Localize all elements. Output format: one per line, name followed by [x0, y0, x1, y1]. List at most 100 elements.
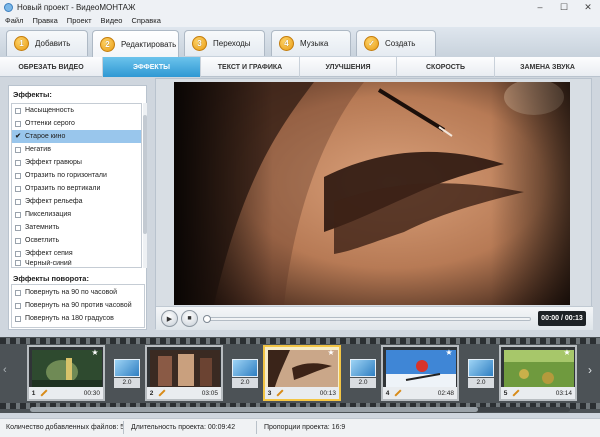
- timeline-clip-3[interactable]: ★ 3 00:13: [263, 345, 341, 401]
- clip-duration: 00:13: [319, 389, 336, 397]
- timeline-clip-1[interactable]: ★ 1 00:30: [27, 345, 105, 401]
- rotation-item[interactable]: Повернуть на 90 по часовой: [12, 286, 144, 299]
- effects-list[interactable]: Насыщенность Оттенки серого ✔ Старое кино…: [11, 103, 142, 268]
- rotation-item[interactable]: Повернуть на 180 градусов: [12, 312, 144, 325]
- effect-item[interactable]: Черный-синий: [12, 260, 141, 267]
- transition-icon: [468, 359, 494, 377]
- clip-duration: 03:14: [555, 389, 572, 397]
- video-image: [174, 82, 570, 305]
- menu-project[interactable]: Проект: [67, 16, 92, 25]
- tab-edit[interactable]: 2 Редактировать: [92, 30, 179, 57]
- checkbox[interactable]: [15, 198, 21, 205]
- step-3-icon: 3: [192, 36, 207, 51]
- transition-3[interactable]: 2.0: [350, 359, 376, 388]
- transition-1[interactable]: 2.0: [114, 359, 140, 388]
- subtab-replace-sound[interactable]: ЗАМЕНА ЗВУКА: [495, 57, 600, 77]
- timeline-clip-2[interactable]: 2 03:05: [145, 345, 223, 401]
- seek-knob[interactable]: [203, 315, 211, 323]
- subtab-trim[interactable]: ОБРЕЗАТЬ ВИДЕО: [0, 57, 103, 77]
- checkbox[interactable]: [15, 107, 21, 114]
- effect-item[interactable]: Отразить по вертикали: [12, 182, 141, 195]
- subtab-enhancements[interactable]: УЛУЧШЕНИЯ: [300, 57, 397, 77]
- effect-item[interactable]: Негатив: [12, 143, 141, 156]
- effect-item[interactable]: Эффект сепия: [12, 247, 141, 260]
- edit-subtabs: ОБРЕЗАТЬ ВИДЕО ЭФФЕКТЫ ТЕКСТ И ГРАФИКА У…: [0, 57, 600, 77]
- clip-number: 1: [31, 389, 36, 397]
- scrollbar-thumb[interactable]: [143, 115, 147, 234]
- effect-label: Черный-синий: [25, 260, 72, 267]
- close-button[interactable]: ✕: [576, 0, 600, 14]
- checkmark-icon[interactable]: ✔: [15, 133, 21, 140]
- tab-create[interactable]: ✓ Создать: [356, 30, 436, 56]
- subtab-effects[interactable]: ЭФФЕКТЫ: [103, 57, 201, 77]
- subtab-text-graphics[interactable]: ТЕКСТ И ГРАФИКА: [201, 57, 300, 77]
- effect-item[interactable]: Отразить по горизонтали: [12, 169, 141, 182]
- clip-duration: 03:05: [201, 389, 218, 397]
- chevron-left-icon[interactable]: ‹: [3, 364, 13, 378]
- effects-scrollbar[interactable]: [143, 103, 147, 268]
- checkbox[interactable]: [15, 172, 21, 179]
- checkbox[interactable]: [15, 159, 21, 166]
- chevron-right-icon[interactable]: ›: [588, 363, 598, 377]
- effect-item-selected[interactable]: ✔ Старое кино: [12, 130, 141, 143]
- status-duration: Длительность проекта: 00:09:42: [131, 424, 236, 431]
- transition-2[interactable]: 2.0: [232, 359, 258, 388]
- checkbox[interactable]: [15, 237, 21, 244]
- rotation-list[interactable]: Повернуть на 90 по часовой Повернуть на …: [11, 284, 145, 328]
- menu-edit[interactable]: Правка: [32, 16, 57, 25]
- checkbox[interactable]: [15, 302, 21, 309]
- transition-4[interactable]: 2.0: [468, 359, 494, 388]
- window-title: Новый проект - ВидеоМОНТАЖ: [17, 2, 136, 12]
- tab-create-label: Создать: [385, 39, 416, 48]
- menu-help[interactable]: Справка: [131, 16, 160, 25]
- effect-item[interactable]: Эффект рельефа: [12, 195, 141, 208]
- effect-item[interactable]: Насыщенность: [12, 104, 141, 117]
- menu-video[interactable]: Видео: [101, 16, 123, 25]
- play-button[interactable]: ▶: [161, 310, 178, 327]
- pencil-icon[interactable]: [512, 389, 520, 397]
- effect-item[interactable]: Осветлить: [12, 234, 141, 247]
- checkbox[interactable]: [15, 289, 21, 296]
- checkbox[interactable]: [15, 224, 21, 231]
- minimize-button[interactable]: –: [528, 0, 552, 14]
- maximize-button[interactable]: ☐: [552, 0, 576, 14]
- effect-item[interactable]: Пикселизация: [12, 208, 141, 221]
- effect-item[interactable]: Эффект гравюры: [12, 156, 141, 169]
- tab-add[interactable]: 1 Добавить: [6, 30, 88, 56]
- checkbox[interactable]: [15, 250, 21, 257]
- rotation-item[interactable]: Повернуть на 90 против часовой: [12, 299, 144, 312]
- tab-music[interactable]: 4 Музыка: [271, 30, 351, 56]
- checkbox[interactable]: [15, 185, 21, 192]
- clip-number: 4: [385, 389, 390, 397]
- main-tabs: 1 Добавить 2 Редактировать 3 Переходы 4 …: [0, 27, 600, 57]
- film-strip-top: [0, 338, 600, 344]
- effect-label: Эффект рельефа: [25, 198, 83, 205]
- checkbox[interactable]: [15, 260, 21, 266]
- checkbox[interactable]: [15, 120, 21, 127]
- rotation-label: Повернуть на 90 по часовой: [25, 289, 118, 296]
- pencil-icon[interactable]: [276, 389, 284, 397]
- scrollbar-thumb[interactable]: [30, 407, 478, 412]
- effect-item[interactable]: Затемнить: [12, 221, 141, 234]
- pencil-icon[interactable]: [394, 389, 402, 397]
- effect-item[interactable]: Оттенки серого: [12, 117, 141, 130]
- menu-bar: Файл Правка Проект Видео Справка: [0, 14, 600, 27]
- timeline-clip-4[interactable]: ★ 4 02:48: [381, 345, 459, 401]
- pencil-icon[interactable]: [40, 389, 48, 397]
- tab-transitions[interactable]: 3 Переходы: [184, 30, 265, 56]
- transition-icon: [114, 359, 140, 377]
- transition-icon: [232, 359, 258, 377]
- clip-number: 2: [149, 389, 154, 397]
- timeline-scrollbar[interactable]: [30, 407, 570, 412]
- timeline-clip-5[interactable]: ★ 5 03:14: [499, 345, 577, 401]
- stop-button[interactable]: ■: [181, 310, 198, 327]
- effect-label: Эффект сепия: [25, 250, 73, 257]
- checkbox[interactable]: [15, 146, 21, 153]
- checkbox[interactable]: [15, 315, 21, 322]
- menu-file[interactable]: Файл: [5, 16, 23, 25]
- subtab-speed[interactable]: СКОРОСТЬ: [397, 57, 495, 77]
- status-divider: [123, 421, 124, 434]
- seek-bar[interactable]: [203, 315, 531, 323]
- checkbox[interactable]: [15, 211, 21, 218]
- pencil-icon[interactable]: [158, 389, 166, 397]
